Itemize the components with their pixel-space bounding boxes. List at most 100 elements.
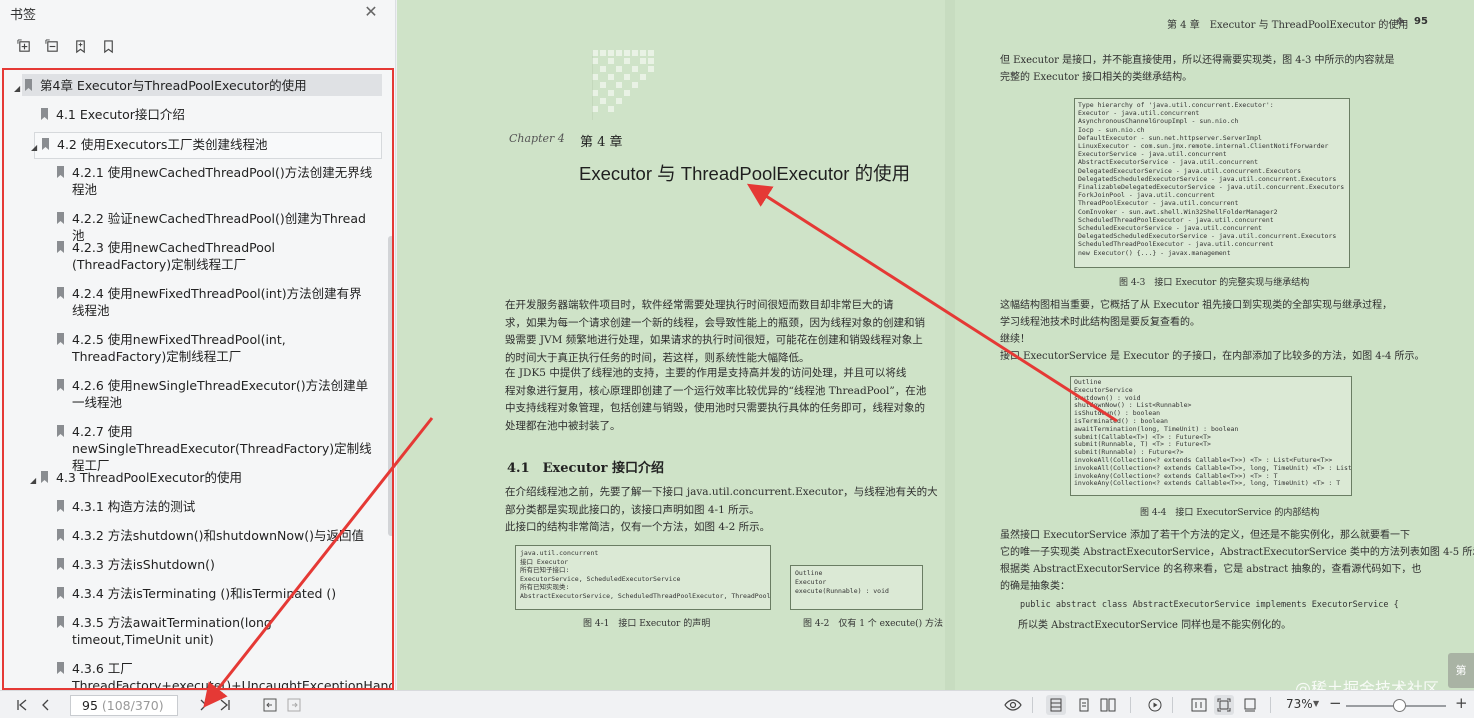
- divider: [1032, 697, 1033, 713]
- zoom-in-icon[interactable]: +: [1455, 694, 1468, 712]
- paragraph: 虽然接口 ExecutorService 添加了若干个方法的定义，但还是不能实例…: [1000, 527, 1474, 595]
- figure-line: Iocp - sun.nio.ch: [1078, 125, 1145, 134]
- toc-item[interactable]: ◢ 4.3 ThreadPoolExecutor的使用: [4, 466, 388, 488]
- toc-item[interactable]: 4.2.3 使用newCachedThreadPool (ThreadFacto…: [4, 236, 388, 276]
- eye-protection-icon[interactable]: [1003, 695, 1023, 715]
- forward-view-icon[interactable]: [284, 695, 304, 715]
- text-line: 的确是抽象类：: [1000, 581, 1070, 592]
- text-line: 中支持线程对象管理，包括创建与销毁，使用池时只需要执行具体的任务即可，线程对象的: [505, 402, 925, 414]
- figure-line: ForkJoinPool - java.util.concurrent: [1078, 191, 1215, 200]
- last-page-icon[interactable]: [215, 695, 235, 715]
- page-number-input[interactable]: 95 (108/370): [70, 695, 178, 716]
- toc-item[interactable]: 4.2.5 使用newFixedThreadPool(int, ThreadFa…: [4, 328, 388, 368]
- figure-line: Outline: [795, 569, 823, 577]
- bookmark-panel: 书签 ✕ ◢ 第4章 Executor与ThreadPoolExecutor的使用…: [0, 0, 396, 690]
- chapter-italic-label: Chapter 4: [509, 132, 565, 145]
- toc-item-label: 4.2.1 使用newCachedThreadPool()方法创建无界线程池: [72, 165, 373, 197]
- toc-item[interactable]: 4.2.4 使用newFixedThreadPool(int)方法创建有界线程池: [4, 282, 388, 322]
- toc-item-label: 4.3 ThreadPoolExecutor的使用: [56, 470, 243, 485]
- side-tab[interactable]: 第: [1448, 653, 1474, 688]
- paragraph: 在介绍线程池之前，先要了解一下接口 java.util.concurrent.E…: [505, 484, 938, 537]
- toc-item[interactable]: ◢ 第4章 Executor与ThreadPoolExecutor的使用: [14, 74, 382, 96]
- two-page-view-icon[interactable]: [1098, 695, 1118, 715]
- add-bookmark-icon[interactable]: [72, 38, 88, 54]
- zoom-out-icon[interactable]: −: [1329, 694, 1342, 712]
- toc-scrollbar[interactable]: [388, 236, 392, 536]
- toc-item[interactable]: 4.2.7 使用newSingleThreadExecutor(ThreadFa…: [4, 420, 388, 473]
- toc-item[interactable]: 4.3.3 方法isShutdown(): [4, 553, 388, 575]
- toc-item[interactable]: 4.2.1 使用newCachedThreadPool()方法创建无界线程池: [4, 161, 388, 201]
- text-line: 处理都在池中被封装了。: [505, 419, 621, 432]
- back-view-icon[interactable]: [260, 695, 280, 715]
- figure-line: 接口 Executor: [520, 557, 569, 566]
- toc-item[interactable]: 4.3.1 构造方法的测试: [4, 495, 388, 517]
- toc-item[interactable]: 4.1 Executor接口介绍: [4, 103, 388, 125]
- toc-item-label: 4.2.4 使用newFixedThreadPool(int)方法创建有界线程池: [72, 286, 362, 318]
- collapse-all-icon[interactable]: [44, 38, 60, 54]
- zoom-dropdown-icon[interactable]: ▼: [1313, 699, 1319, 708]
- first-page-icon[interactable]: [12, 695, 32, 715]
- bookmark-icon[interactable]: [100, 38, 116, 54]
- document-viewer[interactable]: Chapter 4 第 4 章 Executor 与 ThreadPoolExe…: [397, 0, 1474, 690]
- chapter-decoration-dots: [592, 50, 654, 120]
- zoom-level[interactable]: 73%: [1286, 697, 1313, 711]
- figure-line: FinalizableDelegatedExecutorService - ja…: [1078, 183, 1345, 192]
- figure-line: AbstractExecutorService - java.util.conc…: [1078, 158, 1259, 167]
- toc-item[interactable]: 4.3.4 方法isTerminating ()和isTerminated (): [4, 582, 388, 604]
- running-head: 第 4 章 Executor 与 ThreadPoolExecutor 的使用: [1167, 20, 1409, 31]
- figure-line: new Executor() {...} - javax.management: [1078, 248, 1231, 257]
- figure-line: AsynchronousChannelGroupImpl - sun.nio.c…: [1078, 117, 1239, 126]
- text-line: 在 JDK5 中提供了线程池的支持，主要的作用是支持高并发的访问处理，并且可以将…: [505, 367, 907, 379]
- divider: [1172, 697, 1173, 713]
- actual-size-icon[interactable]: [1189, 695, 1209, 715]
- figure-caption: 图 4-1 接口 Executor 的声明: [583, 619, 711, 629]
- text-line: 在介绍线程池之前，先要了解一下接口 java.util.concurrent.E…: [505, 486, 938, 498]
- toc-item[interactable]: 4.3.6 工厂ThreadFactory+execute()+Uncaught…: [4, 657, 394, 690]
- figure-line: DelegatedScheduledExecutorService - java…: [1078, 174, 1337, 183]
- toc-item-label: 4.3.2 方法shutdown()和shutdownNow()与返回值: [72, 528, 364, 543]
- toc-item[interactable]: 4.3.2 方法shutdown()和shutdownNow()与返回值: [4, 524, 388, 546]
- toc-item[interactable]: ◢ 4.2 使用Executors工厂类创建线程池: [31, 132, 382, 159]
- next-page-icon[interactable]: [193, 695, 213, 715]
- expand-toggle-icon[interactable]: ◢: [14, 80, 24, 97]
- bookmark-icon: [42, 138, 49, 150]
- toc-item-label: 4.2.5 使用newFixedThreadPool(int, ThreadFa…: [72, 332, 286, 364]
- continuous-view-icon[interactable]: [1074, 695, 1094, 715]
- toc-item-label: 4.2 使用Executors工厂类创建线程池: [57, 137, 268, 152]
- paragraph: 但 Executor 是接口，并不能直接使用，所以还得需要实现类，图 4-3 中…: [1000, 52, 1470, 86]
- bookmark-icon: [57, 529, 64, 541]
- figure-caption: 图 4-3 接口 Executor 的完整实现与继承结构: [1119, 278, 1310, 288]
- toc-item[interactable]: 4.3.5 方法awaitTermination(long timeout,Ti…: [4, 611, 388, 651]
- close-icon[interactable]: ✕: [362, 3, 380, 21]
- figure-line: ExecutorService, ScheduledExecutorServic…: [520, 574, 681, 583]
- text-line: 毁需要 JVM 频繁地进行处理，如果请求的执行时间很短，可能花在创建和销毁线程对…: [505, 334, 923, 346]
- toc-item-label: 4.3.1 构造方法的测试: [72, 499, 196, 514]
- zoom-slider-handle[interactable]: [1393, 699, 1406, 712]
- previous-page-icon[interactable]: [36, 695, 56, 715]
- single-page-view-icon[interactable]: [1046, 695, 1066, 715]
- text-line: 它的唯一子实现类 AbstractExecutorService，Abstrac…: [1000, 547, 1474, 558]
- figure-line: DelegatedScheduledExecutorService - java…: [1078, 232, 1337, 241]
- figure-line: ScheduledThreadPoolExecutor - java.util.…: [1078, 240, 1274, 249]
- toc-item[interactable]: 4.2.2 验证newCachedThreadPool()创建为Thread池: [4, 207, 388, 243]
- text-line: 这幅结构图相当重要，它概括了从 Executor 祖先接口到实现类的全部实现与继…: [1000, 300, 1393, 311]
- text-line: 求，如果为每一个请求创建一个新的线程，会导致性能上的瓶颈，因为线程对象的创建和销: [505, 316, 925, 329]
- toc-item[interactable]: 4.2.6 使用newSingleThreadExecutor()方法创建单一线…: [4, 374, 388, 414]
- figure-line: java.util.concurrent: [520, 549, 599, 557]
- toc-item-label: 4.3.6 工厂ThreadFactory+execute()+Uncaught…: [72, 661, 394, 690]
- expand-toggle-icon[interactable]: ◢: [31, 139, 41, 156]
- figure-type-hierarchy: Type hierarchy of 'java.util.concurrent.…: [1074, 98, 1350, 268]
- bookmark-icon: [57, 241, 64, 253]
- figure-line: execute(Runnable) : void: [795, 587, 889, 595]
- section-title: 4.1 Executor 接口介绍: [507, 461, 664, 476]
- figure-line: Executor - java.util.concurrent: [1078, 109, 1200, 118]
- figure-line: ThreadPoolExecutor - java.util.concurren…: [1078, 199, 1239, 208]
- fit-width-icon[interactable]: [1240, 695, 1260, 715]
- expand-toggle-icon[interactable]: ◢: [30, 472, 40, 489]
- paragraph: 在开发服务器端软件项目时，软件经常需要处理执行时间很短而数目却非常巨大的请求，如…: [505, 297, 937, 367]
- fit-page-icon[interactable]: [1214, 695, 1234, 715]
- text-line: 在开发服务器端软件项目时，软件经常需要处理执行时间很短而数目却非常巨大的请: [505, 299, 894, 311]
- expand-all-icon[interactable]: [16, 38, 32, 54]
- play-icon[interactable]: [1145, 695, 1165, 715]
- page-ornament-icon: ❖: [1395, 15, 1405, 28]
